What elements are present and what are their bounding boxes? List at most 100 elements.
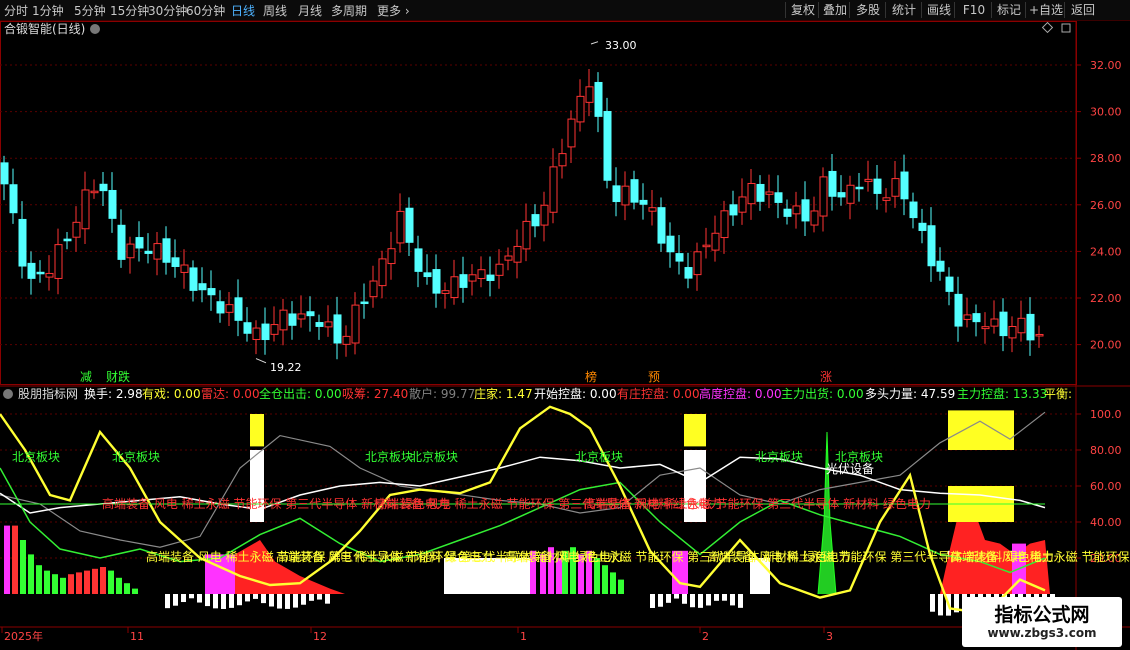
candle-body[interactable] [162,238,171,263]
candle-body[interactable] [549,166,558,213]
candle-body[interactable] [117,224,126,260]
candle-body[interactable] [918,222,927,231]
candle-body[interactable] [855,186,864,190]
candle-body[interactable] [207,288,216,296]
candle-body[interactable] [135,237,144,249]
candle-body[interactable] [171,257,180,267]
candle-body[interactable] [432,269,441,294]
candle-body[interactable] [342,335,351,345]
candle-body[interactable] [504,255,513,261]
candle-body[interactable] [441,290,450,294]
candle-body[interactable] [711,232,720,251]
period-tab[interactable]: 周线 [263,2,287,19]
candle-body[interactable] [108,189,117,219]
candle-body[interactable] [378,258,387,287]
candle-body[interactable] [927,225,936,267]
candle-body[interactable] [576,95,585,123]
toolbar-button[interactable]: 多股 [851,1,885,19]
candle-body[interactable] [72,221,81,238]
candle-body[interactable] [396,210,405,244]
candle-body[interactable] [333,314,342,344]
candle-body[interactable] [225,304,234,313]
candle-body[interactable] [891,178,900,197]
candle-body[interactable] [612,185,621,203]
toolbar-button[interactable]: 统计 [887,1,921,19]
candle-body[interactable] [819,176,828,217]
candle-body[interactable] [621,185,630,206]
candle-body[interactable] [531,214,540,227]
candle-body[interactable] [180,264,189,273]
candle-body[interactable] [243,322,252,334]
candle-body[interactable] [585,86,594,103]
candle-body[interactable] [810,210,819,226]
candle-body[interactable] [990,318,999,327]
candle-body[interactable] [1008,326,1017,339]
toolbar-button[interactable]: 叠加 [820,1,850,19]
candle-body[interactable] [477,269,486,280]
toolbar-button[interactable]: +自选 [1027,1,1065,19]
candle-body[interactable] [324,321,333,328]
candle-body[interactable] [387,248,396,265]
candle-body[interactable] [999,311,1008,337]
candle-body[interactable] [684,267,693,279]
candle-body[interactable] [954,293,963,327]
candle-body[interactable] [0,162,9,185]
candle-body[interactable] [18,218,27,267]
candlestick-series[interactable] [0,41,1044,364]
candle-body[interactable] [27,262,36,279]
dropdown-icon[interactable] [90,24,100,34]
toolbar-button[interactable]: 返回 [1066,1,1100,19]
candle-body[interactable] [405,207,414,243]
candle-body[interactable] [945,276,954,292]
candle-body[interactable] [864,178,873,182]
period-tab[interactable]: 5分钟 [74,2,106,19]
toolbar-button[interactable]: 标记 [993,1,1025,19]
candle-body[interactable] [693,251,702,276]
candle-body[interactable] [756,183,765,202]
candle-body[interactable] [747,182,756,205]
period-tab[interactable]: 日线 [231,2,255,19]
candle-body[interactable] [288,313,297,326]
candle-body[interactable] [252,327,261,340]
candle-body[interactable] [648,207,657,212]
candle-body[interactable] [216,301,225,314]
candle-body[interactable] [9,184,18,214]
candle-body[interactable] [792,205,801,215]
candle-body[interactable] [153,243,162,260]
candle-body[interactable] [630,179,639,203]
candle-body[interactable] [90,190,99,194]
candle-body[interactable] [846,184,855,204]
candle-body[interactable] [36,271,45,275]
candle-body[interactable] [351,304,360,344]
period-tab[interactable]: 多周期 [331,2,367,19]
candle-body[interactable] [783,208,792,217]
candle-body[interactable] [234,297,243,321]
candle-body[interactable] [882,197,891,201]
candle-body[interactable] [837,192,846,198]
candle-body[interactable] [1026,313,1035,341]
candle-body[interactable] [495,263,504,276]
candle-body[interactable] [45,272,54,278]
candle-body[interactable] [558,153,567,167]
candle-body[interactable] [603,111,612,181]
candle-body[interactable] [963,314,972,320]
candle-body[interactable] [666,235,675,253]
candle-body[interactable] [81,189,90,230]
candle-body[interactable] [540,204,549,226]
candle-body[interactable] [1017,317,1026,334]
candle-body[interactable] [729,204,738,216]
candle-body[interactable] [279,309,288,331]
period-tab[interactable]: 15分钟 [110,2,149,19]
candle-body[interactable] [702,244,711,248]
period-tab[interactable]: 30分钟 [148,2,187,19]
indicator-dropdown-icon[interactable] [3,389,13,399]
candle-body[interactable] [513,245,522,263]
candle-body[interactable] [306,311,315,317]
candle-body[interactable] [144,250,153,254]
diamond-icon[interactable] [1041,21,1054,34]
toolbar-button[interactable]: 画线 [923,1,955,19]
candle-body[interactable] [972,313,981,323]
toolbar-button[interactable]: 复权 [787,1,819,19]
candle-body[interactable] [873,178,882,194]
candle-body[interactable] [423,272,432,278]
